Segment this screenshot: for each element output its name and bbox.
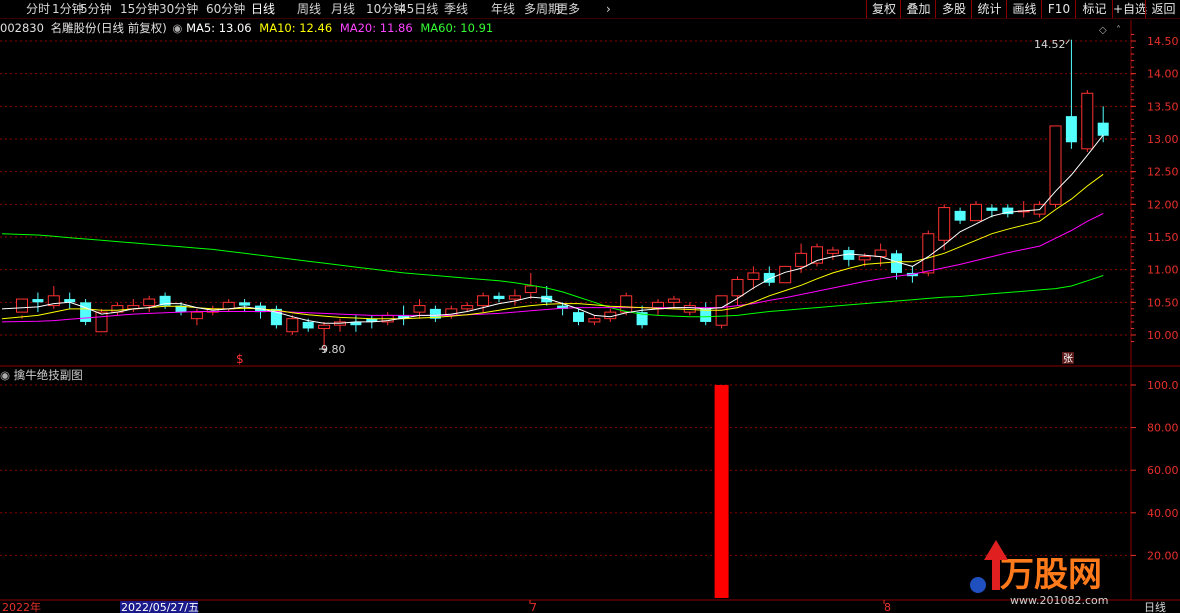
candle-body (222, 301, 235, 310)
sub-tick-label: 100.0 (1147, 379, 1179, 392)
candle-body (874, 249, 887, 258)
sub-tick-label: 40.00 (1147, 507, 1179, 520)
price-tick-label: 12.00 (1147, 198, 1179, 211)
diamond-icon: ◇ (1099, 25, 1107, 36)
time-label-year: 2022年 (2, 600, 41, 613)
candle-body (747, 272, 760, 280)
candle-body (700, 308, 712, 322)
price-tick-label: 14.00 (1147, 68, 1179, 81)
candle-body (508, 295, 521, 300)
candle-body (286, 318, 299, 333)
candle-body (795, 252, 808, 267)
sub-tick-label: 80.00 (1147, 422, 1179, 435)
candle-body (302, 321, 314, 329)
ma5-line (1, 134, 1104, 324)
candle-body (190, 311, 203, 320)
candle-body (986, 207, 998, 211)
sub-tick-label: 20.00 (1147, 549, 1179, 562)
price-tick-label: 10.00 (1147, 329, 1179, 342)
candle-body (32, 299, 44, 303)
candle-body (573, 312, 584, 322)
candle-body (954, 210, 966, 221)
price-tick-label: 11.50 (1147, 231, 1179, 244)
candle-body (970, 203, 982, 222)
price-tick-label: 11.00 (1147, 264, 1179, 277)
candle-body (826, 249, 839, 254)
chevron-up-icon: ˄ (1116, 24, 1121, 36)
candle-body (620, 295, 633, 313)
candle-body (1065, 116, 1077, 143)
candle-body (16, 298, 28, 313)
date-cursor-label: 2022/05/27/五 (121, 601, 199, 613)
candle-body (779, 265, 792, 284)
watermark-globe-icon (970, 577, 986, 593)
ma20-line (1, 213, 1104, 323)
candle-body (667, 298, 680, 303)
candle-body (80, 302, 92, 322)
time-label-month: 7 (530, 601, 537, 613)
candle-body (477, 295, 490, 307)
candle-body (1097, 122, 1109, 136)
price-tick-label: 10.50 (1147, 296, 1179, 309)
time-label-month: 8 (884, 601, 891, 613)
candle-body (541, 295, 553, 303)
candle-body (413, 305, 426, 313)
candle-body (493, 295, 505, 300)
signal-bar (714, 385, 729, 598)
high-price-arrow (1065, 39, 1070, 45)
candle-body (731, 278, 744, 297)
price-tick-label: 14.50 (1147, 35, 1179, 48)
candle-body (588, 318, 601, 323)
candle-body (461, 305, 474, 310)
high-price-label: 14.52 (1034, 38, 1066, 51)
dividend-marker: $ (236, 352, 244, 366)
candle-body (524, 285, 537, 294)
candle-body (318, 324, 331, 329)
price-tick-label: 12.50 (1147, 166, 1179, 179)
candle-body (239, 302, 251, 306)
candle-body (95, 311, 108, 333)
event-marker: 张 (1063, 353, 1073, 365)
watermark-brand: 万股网 (1000, 555, 1102, 595)
sub-tick-label: 60.00 (1147, 464, 1179, 477)
period-label: 日线 (1144, 600, 1166, 613)
candle-body (143, 298, 156, 307)
candle-body (1049, 125, 1062, 205)
candle-body (938, 207, 951, 241)
kline-chart[interactable]: 14.50 14.00 13.50 13.00 12.50 12.00 11.50 11.00… (0, 0, 1180, 613)
price-tick-label: 13.50 (1147, 100, 1179, 113)
price-tick-label: 13.00 (1147, 133, 1179, 146)
candle-body (858, 256, 871, 261)
watermark-url: www.201082.com (1010, 594, 1108, 607)
candle-body (1081, 92, 1094, 150)
